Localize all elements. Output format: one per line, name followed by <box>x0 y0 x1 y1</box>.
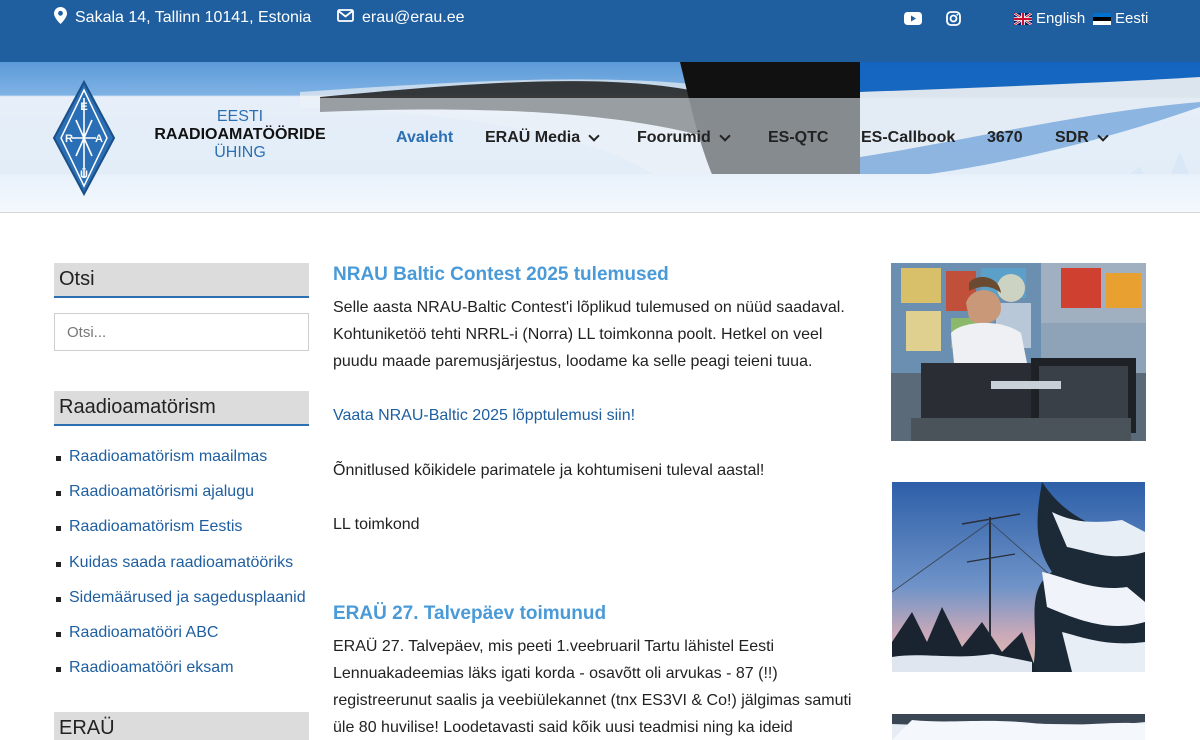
sidebar-item-label: Sidemäärused ja sagedusplaanid <box>69 588 306 606</box>
sidebar-item-eestis[interactable]: Raadioamatörism Eestis <box>56 518 316 553</box>
nav-avaleht[interactable]: Avaleht <box>396 127 453 149</box>
post-excerpt: Selle aasta NRAU-Baltic Contest'i lõplik… <box>333 294 863 375</box>
address-info: Sakala 14, Tallinn 10141, Estonia <box>54 7 312 29</box>
estonia-flag-icon <box>1093 12 1111 25</box>
brand-line-3: ÜHING <box>214 144 266 161</box>
nav-erau-media-label: ERAÜ Media <box>485 129 581 146</box>
sidebar-menu: Raadioamatörism maailmas Raadioamatörism… <box>56 448 316 694</box>
post-image-winter-antenna[interactable] <box>892 482 1145 672</box>
nav-es-qtc-label: ES-QTC <box>768 129 829 146</box>
sidebar-item-abc[interactable]: Raadioamatööri ABC <box>56 624 316 659</box>
sidebar-item-eksam[interactable]: Raadioamatööri eksam <box>56 659 316 694</box>
nav-es-callbook[interactable]: ES-Callbook <box>861 127 955 149</box>
sidebar-item-sidemaarused[interactable]: Sidemäärused ja sagedusplaanid <box>56 589 316 624</box>
erau-logo[interactable]: E R A Ü <box>52 79 116 197</box>
envelope-icon <box>337 9 354 27</box>
chevron-down-icon <box>719 130 731 142</box>
uk-flag-icon <box>1013 12 1033 26</box>
post-congrats: Õnnitlused kõikidele parimatele ja kohtu… <box>333 462 765 479</box>
post-title[interactable]: NRAU Baltic Contest 2025 tulemused <box>333 264 669 286</box>
search-input[interactable] <box>54 313 309 351</box>
sidebar-item-label: Raadioamatörism Eestis <box>69 518 243 536</box>
bullet-icon <box>56 667 61 673</box>
post-text-line: registreerunut saalis ja veebiülekannet … <box>333 692 852 709</box>
post-text-line: Lennuakadeemias läks igati korda - osavõ… <box>333 665 778 682</box>
logo-letter-a: A <box>95 133 103 145</box>
logo-letter-e: E <box>80 101 87 113</box>
post-text-line: puudu maade paremusjärjestus, loodame ka… <box>333 353 813 370</box>
post-text-line: Selle aasta NRAU-Baltic Contest'i lõplik… <box>333 299 845 316</box>
language-estonian-label: Eesti <box>1115 9 1149 27</box>
bullet-icon <box>56 456 61 461</box>
sidebar-item-label: Kuidas saada raadioamatööriks <box>69 553 294 571</box>
instagram-icon[interactable] <box>946 8 961 28</box>
post-signature: LL toimkond <box>333 516 420 533</box>
nav-foorumid[interactable]: Foorumid <box>637 127 731 149</box>
search-widget-title: Otsi <box>54 263 309 298</box>
sidebar-item-label: Raadioamatööri eksam <box>69 659 234 677</box>
site-brand[interactable]: EESTI RAADIOAMATÖÖRIDE ÜHING <box>150 108 330 162</box>
map-pin-icon <box>54 7 67 29</box>
logo-letter-u: Ü <box>80 168 88 181</box>
bullet-icon <box>56 526 61 532</box>
brand-line-1: EESTI <box>216 108 264 125</box>
address-text: Sakala 14, Tallinn 10141, Estonia <box>75 9 312 26</box>
email-link[interactable]: erau@erau.ee <box>362 9 465 27</box>
header-bottom <box>0 174 1200 212</box>
post-image-contest[interactable] <box>891 263 1146 441</box>
sidebar-item-label: Raadioamatööri ABC <box>69 623 219 641</box>
post-text-line: Kohtuniketöö tehti NRRL-i (Norra) LL toi… <box>333 326 823 343</box>
language-english[interactable]: English <box>1013 8 1086 28</box>
nav-es-qtc[interactable]: ES-QTC <box>768 127 828 149</box>
sidebar-item-maailmas[interactable]: Raadioamatörism maailmas <box>56 448 316 483</box>
post-excerpt: ERAÜ 27. Talvepäev, mis peeti 1.veebruar… <box>333 633 863 740</box>
sidebar-item-label: Raadioamatörism maailmas <box>69 448 268 465</box>
sidebar-item-label: Raadioamatörismi ajalugu <box>69 483 254 501</box>
brand-line-2: RAADIOAMATÖÖRIDE <box>154 126 326 143</box>
post-title[interactable]: ERAÜ 27. Talvepäev toimunud <box>333 603 606 625</box>
nav-avaleht-label: Avaleht <box>396 129 454 146</box>
nav-sdr-label: SDR <box>1055 129 1089 146</box>
chevron-down-icon <box>588 130 600 142</box>
nav-3670-label: 3670 <box>987 129 1023 146</box>
top-bar: Sakala 14, Tallinn 10141, Estonia erau@e… <box>0 0 1200 62</box>
email-info[interactable]: erau@erau.ee <box>337 8 465 28</box>
post-text-line: üle 80 huvilise! Loodetavasti said kõik … <box>333 719 793 736</box>
chevron-down-icon <box>1097 130 1109 142</box>
language-english-label: English <box>1036 9 1086 27</box>
sidebar-item-ajalugu[interactable]: Raadioamatörismi ajalugu <box>56 483 316 518</box>
bullet-icon <box>56 631 61 637</box>
nav-3670[interactable]: 3670 <box>987 127 1023 149</box>
nav-erau-media[interactable]: ERAÜ Media <box>485 127 600 149</box>
bullet-icon <box>56 491 61 497</box>
bullet-icon <box>56 561 61 567</box>
nav-sdr[interactable]: SDR <box>1055 127 1109 149</box>
youtube-icon[interactable] <box>904 8 922 28</box>
nav-foorumid-label: Foorumid <box>637 129 711 146</box>
sidebar-item-kuidas-saada[interactable]: Kuidas saada raadioamatööriks <box>56 554 316 589</box>
erau-widget-title: ERAÜ <box>54 712 309 740</box>
nav-es-callbook-label: ES-Callbook <box>861 129 956 146</box>
post-text-line: ERAÜ 27. Talvepäev, mis peeti 1.veebruar… <box>333 638 775 655</box>
post-image-third[interactable] <box>892 714 1145 740</box>
results-link[interactable]: Vaata NRAU-Baltic 2025 lõpptulemusi siin… <box>333 402 863 429</box>
language-estonian[interactable]: Eesti <box>1093 8 1148 28</box>
logo-letter-r: R <box>65 133 73 145</box>
bullet-icon <box>56 596 61 602</box>
radio-widget-title: Raadioamatörism <box>54 391 309 426</box>
